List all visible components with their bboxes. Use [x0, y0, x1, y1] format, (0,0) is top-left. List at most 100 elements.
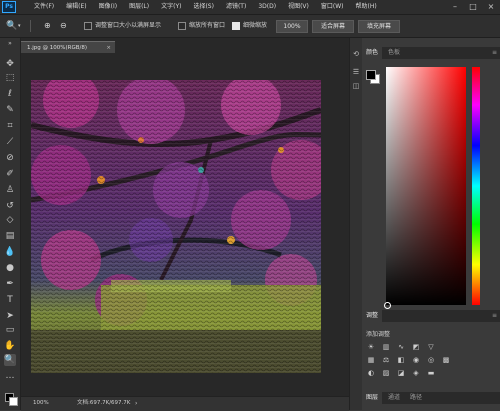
- zoom-value-field[interactable]: 100%: [276, 20, 308, 33]
- posterize-icon[interactable]: ▨: [381, 369, 391, 377]
- hue-slider[interactable]: [472, 67, 480, 305]
- gradient-icon[interactable]: ▤: [4, 230, 16, 242]
- color-lookup-icon[interactable]: ▩: [441, 356, 451, 364]
- menu-filter[interactable]: 滤镜(T): [220, 0, 252, 14]
- menu-file[interactable]: 文件(F): [28, 0, 60, 14]
- menu-view[interactable]: 视图(V): [282, 0, 315, 14]
- channel-mixer-icon[interactable]: ◎: [426, 356, 436, 364]
- pen-icon[interactable]: ✒: [4, 278, 16, 290]
- history-brush-icon[interactable]: ↺: [4, 200, 16, 212]
- close-icon[interactable]: ×: [482, 0, 500, 14]
- brush-icon[interactable]: ✐: [4, 168, 16, 180]
- zoom-tool-icon[interactable]: 🔍: [6, 20, 17, 32]
- divider: [30, 20, 31, 32]
- menu-help[interactable]: 帮助(H): [350, 0, 383, 14]
- type-icon[interactable]: T: [4, 294, 16, 306]
- marquee-icon[interactable]: ⬚: [4, 72, 16, 84]
- gradient-map-icon[interactable]: ▬: [426, 369, 436, 377]
- resize-windows-label: 调整窗口大小以满屏显示: [95, 22, 162, 29]
- resize-windows-checkbox[interactable]: 调整窗口大小以满屏显示: [84, 20, 161, 32]
- color-panel-foreground-swatch[interactable]: [366, 70, 376, 80]
- background-color-swatch[interactable]: [9, 397, 18, 406]
- color-picker-cursor[interactable]: [384, 302, 391, 309]
- blur-icon[interactable]: 💧: [4, 246, 16, 258]
- photoshop-logo: Ps: [2, 1, 16, 13]
- adjustments-panel-tabs: 调整 ≡: [362, 310, 500, 322]
- fill-screen-button[interactable]: 填充屏幕: [358, 20, 400, 33]
- tab-layers[interactable]: 图层: [362, 392, 383, 404]
- eyedropper-icon[interactable]: ⟋: [4, 136, 16, 148]
- healing-brush-icon[interactable]: ⊘: [4, 152, 16, 164]
- hand-icon[interactable]: ✋: [4, 340, 16, 352]
- selective-color-icon[interactable]: ◈: [411, 369, 421, 377]
- canvas-image[interactable]: [31, 80, 321, 373]
- levels-icon[interactable]: ▥: [381, 343, 391, 351]
- brightness-icon[interactable]: ☀: [366, 343, 376, 351]
- tab-color[interactable]: 颜色: [362, 47, 383, 59]
- panel-menu-icon[interactable]: ≡: [492, 310, 497, 322]
- maximize-icon[interactable]: □: [464, 0, 482, 14]
- color-picker-field[interactable]: [386, 67, 466, 305]
- collapse-icon[interactable]: »: [4, 41, 16, 47]
- menu-edit[interactable]: 编辑(E): [60, 0, 92, 14]
- checkbox-box: [178, 21, 186, 30]
- invert-icon[interactable]: ◐: [366, 369, 376, 377]
- photo-filter-icon[interactable]: ◉: [411, 356, 421, 364]
- panel-icon-strip: ⟲ ☰ ◫: [349, 38, 362, 410]
- properties-icon[interactable]: ☰: [352, 68, 360, 76]
- history-icon[interactable]: ⟲: [352, 50, 360, 58]
- chevron-down-icon[interactable]: ▾: [18, 20, 21, 32]
- lasso-icon[interactable]: ℓ: [4, 88, 16, 100]
- path-select-icon[interactable]: ➤: [4, 310, 16, 322]
- layers-panel-tabs: 图层 通道 路径: [362, 392, 500, 404]
- document-tab-title: 1.jpg @ 100%(RGB/8): [27, 45, 87, 51]
- zoom-level[interactable]: 100%: [33, 397, 49, 410]
- zoom-out-icon[interactable]: ⊖: [60, 20, 67, 32]
- fit-screen-button[interactable]: 适合屏幕: [312, 20, 354, 33]
- adjustment-icons-row-2: ▦ ⚖ ◧ ◉ ◎ ▩: [366, 356, 451, 364]
- zoom-all-label: 缩放所有窗口: [189, 22, 226, 29]
- panel-menu-icon[interactable]: ≡: [492, 47, 497, 59]
- rectangle-icon[interactable]: ▭: [4, 324, 16, 336]
- black-white-icon[interactable]: ◧: [396, 356, 406, 364]
- zoom-in-icon[interactable]: ⊕: [44, 20, 51, 32]
- color-panel-tabs: 颜色 色板 ≡: [362, 47, 500, 59]
- dodge-icon[interactable]: ●: [4, 262, 16, 274]
- zoom-icon[interactable]: 🔍: [4, 354, 16, 366]
- menu-type[interactable]: 文字(Y): [155, 0, 187, 14]
- options-bar: 🔍 ▾ ⊕ ⊖ 调整窗口大小以满屏显示 缩放所有窗口 细微缩放 100% 适合屏…: [0, 15, 500, 38]
- move-icon[interactable]: ✥: [4, 58, 16, 70]
- checkbox-box: [84, 21, 92, 30]
- quick-select-icon[interactable]: ✎: [4, 104, 16, 116]
- menu-3d[interactable]: 3D(D): [252, 0, 282, 14]
- eraser-icon[interactable]: ◇: [4, 214, 16, 226]
- tab-channels[interactable]: 通道: [384, 392, 404, 404]
- menu-layer[interactable]: 图层(L): [123, 0, 155, 14]
- tab-paths[interactable]: 路径: [406, 392, 426, 404]
- tab-swatches[interactable]: 色板: [384, 47, 404, 59]
- layer-comps-icon[interactable]: ◫: [352, 82, 360, 90]
- window-controls: – □ ×: [446, 0, 500, 14]
- vibrance-icon[interactable]: ▽: [426, 343, 436, 351]
- tools-panel: » ✥ ⬚ ℓ ✎ ⌗ ⟋ ⊘ ✐ ♙ ↺ ◇ ▤ 💧 ● ✒ T ➤ ▭ ✋ …: [0, 38, 21, 410]
- clone-stamp-icon[interactable]: ♙: [4, 184, 16, 196]
- scrubby-zoom-label: 细微缩放: [243, 22, 268, 29]
- color-balance-icon[interactable]: ⚖: [381, 356, 391, 364]
- exposure-icon[interactable]: ◩: [411, 343, 421, 351]
- menu-image[interactable]: 图像(I): [93, 0, 123, 14]
- close-tab-icon[interactable]: ×: [106, 42, 111, 54]
- hue-saturation-icon[interactable]: ▦: [366, 356, 376, 364]
- tab-adjustments[interactable]: 调整: [362, 310, 383, 322]
- menu-select[interactable]: 选择(S): [187, 0, 220, 14]
- menu-window[interactable]: 窗口(W): [315, 0, 350, 14]
- scrubby-zoom-checkbox[interactable]: 细微缩放: [232, 20, 267, 32]
- zoom-all-windows-checkbox[interactable]: 缩放所有窗口: [178, 20, 225, 32]
- curves-icon[interactable]: ∿: [396, 343, 406, 351]
- more-tools-icon[interactable]: …: [4, 370, 16, 382]
- add-adjustment-label: 添加调整: [366, 331, 391, 338]
- crop-icon[interactable]: ⌗: [4, 120, 16, 132]
- threshold-icon[interactable]: ◪: [396, 369, 406, 377]
- document-tab[interactable]: 1.jpg @ 100%(RGB/8) ×: [21, 41, 115, 53]
- minimize-icon[interactable]: –: [446, 0, 464, 14]
- chevron-right-icon[interactable]: ›: [135, 397, 137, 410]
